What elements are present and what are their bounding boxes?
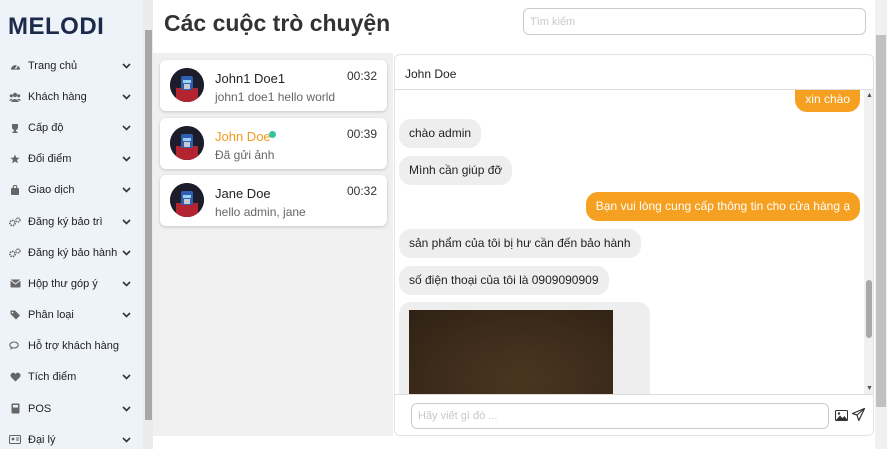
- chevron-down-icon: [121, 250, 131, 256]
- sidebar-item-label: Khách hàng: [28, 90, 87, 103]
- chevron-down-icon: [121, 63, 131, 69]
- message-incoming: sản phẩm của tôi bị hư cần đến bảo hành: [399, 229, 641, 258]
- message-composer: [395, 394, 873, 435]
- gears-icon: [8, 215, 22, 229]
- sidebar-item-label: Cấp độ: [28, 121, 64, 134]
- sidebar-item-ho-tro-khach-hang[interactable]: Hỗ trợ khách hàng: [0, 331, 143, 362]
- conversation-preview: john1 doe1 hello world: [215, 90, 336, 104]
- chevron-down-icon: [121, 187, 131, 193]
- gears-icon: [8, 246, 22, 260]
- tags-icon: [8, 308, 22, 322]
- message-image[interactable]: [399, 302, 650, 394]
- conversation-name: John1 Doe1: [215, 71, 286, 86]
- sidebar-item-trang-chu[interactable]: Trang chủ: [0, 50, 143, 81]
- main-content: Các cuộc trò chuyện John1 Doe1 00:32 joh…: [153, 0, 887, 449]
- star-icon: [8, 152, 22, 166]
- chat-contact-name: John Doe: [405, 67, 457, 81]
- conversation-preview: hello admin, jane: [215, 205, 306, 219]
- message-scrollbar-thumb[interactable]: [866, 280, 872, 338]
- pos-icon: [8, 402, 22, 416]
- message-outgoing: Bạn vui lòng cung cấp thông tin cho cửa …: [585, 192, 860, 221]
- trophy-icon: [8, 121, 22, 135]
- send-icon[interactable]: [851, 407, 866, 422]
- sidebar-item-label: Hỗ trợ khách hàng: [28, 340, 119, 353]
- message-list: xin chào chào admin Mình cần giúp đỡ Bạn…: [395, 90, 864, 394]
- search-input[interactable]: [523, 8, 866, 35]
- message-outgoing: xin chào: [795, 90, 860, 112]
- sidebar-item-phan-loai[interactable]: Phân loại: [0, 300, 143, 331]
- message-incoming: Mình cần giúp đỡ: [399, 156, 513, 185]
- avatar: [170, 68, 204, 102]
- sidebar-item-pos[interactable]: POS: [0, 393, 143, 424]
- heart-icon: [8, 370, 22, 384]
- conversation-time: 00:32: [346, 69, 377, 83]
- conversation-item[interactable]: Jane Doe 00:32 hello admin, jane: [160, 175, 387, 226]
- sidebar-menu: Trang chủ Khách hàng Cấp độ Đổi điểm Gia…: [0, 50, 143, 449]
- sidebar-item-label: Tích điểm: [28, 371, 77, 384]
- scroll-up-icon[interactable]: ▲: [866, 92, 873, 99]
- sidebar-item-doi-diem[interactable]: Đổi điểm: [0, 144, 143, 175]
- sidebar-item-dang-ky-bao-hanh[interactable]: Đăng ký bảo hành: [0, 237, 143, 268]
- sidebar-item-label: POS: [28, 402, 52, 415]
- chevron-down-icon: [121, 374, 131, 381]
- app-logo: MELODI: [8, 13, 105, 40]
- conversation-time: 00:39: [346, 127, 377, 141]
- chevron-down-icon: [121, 312, 131, 318]
- page-scrollbar-thumb[interactable]: [876, 35, 886, 407]
- online-status-dot: [269, 131, 276, 138]
- message-input[interactable]: [411, 403, 829, 429]
- sidebar-item-tich-diem[interactable]: Tích điểm: [0, 362, 143, 393]
- bag-icon: [8, 183, 22, 197]
- chevron-down-icon: [121, 218, 131, 225]
- page-title: Các cuộc trò chuyện: [164, 10, 391, 36]
- conversation-item[interactable]: John1 Doe1 00:32 john1 doe1 hello world: [160, 60, 387, 111]
- sidebar-item-giao-dich[interactable]: Giao dịch: [0, 175, 143, 206]
- conversation-name: Jane Doe: [215, 186, 271, 201]
- chat-window: John Doe xin chào chào admin Mình cần gi…: [394, 54, 874, 436]
- sidebar-item-label: Phân loại: [28, 309, 74, 322]
- message-incoming: chào admin: [399, 119, 482, 148]
- chat-header: John Doe: [395, 55, 873, 90]
- message-scrollbar[interactable]: ▲ ▼: [864, 90, 873, 394]
- sidebar-item-label: Giao dịch: [28, 184, 75, 197]
- sidebar-item-label: Trang chủ: [28, 59, 78, 72]
- chevron-down-icon: [121, 156, 131, 162]
- sidebar-item-cap-do[interactable]: Cấp độ: [0, 112, 143, 143]
- chat-icon: [8, 339, 22, 353]
- chevron-down-icon: [121, 94, 131, 100]
- avatar: [170, 126, 204, 160]
- message-incoming: số điện thoại của tôi là 0909090909: [399, 266, 609, 295]
- dashboard-icon: [8, 59, 22, 73]
- chevron-down-icon: [121, 125, 131, 131]
- image-upload-icon[interactable]: [834, 408, 849, 422]
- sidebar-item-label: Đổi điểm: [28, 153, 72, 166]
- chevron-down-icon: [121, 406, 131, 412]
- sidebar-item-hop-thu-gop-y[interactable]: Hộp thư góp ý: [0, 268, 143, 299]
- conversation-name: John Doe: [215, 129, 271, 144]
- sidebar-item-dang-ky-bao-tri[interactable]: Đăng ký bảo trì: [0, 206, 143, 237]
- conversation-list: John1 Doe1 00:32 john1 doe1 hello world …: [153, 53, 393, 436]
- page-scrollbar[interactable]: [875, 0, 887, 449]
- sidebar-item-khach-hang[interactable]: Khách hàng: [0, 81, 143, 112]
- conversation-time: 00:32: [346, 184, 377, 198]
- mail-icon: [8, 277, 22, 291]
- conversation-item-active[interactable]: John Doe 00:39 Đã gửi ảnh: [160, 118, 387, 169]
- chevron-down-icon: [121, 281, 131, 287]
- sidebar-item-label: Hộp thư góp ý: [28, 277, 98, 290]
- sidebar-scrollbar-thumb[interactable]: [145, 30, 152, 420]
- scroll-down-icon[interactable]: ▼: [866, 385, 873, 392]
- id-card-icon: [8, 433, 22, 447]
- chevron-down-icon: [121, 437, 131, 443]
- sidebar: MELODI Trang chủ Khách hàng Cấp độ Đổi đ…: [0, 0, 143, 449]
- sidebar-item-label: Đăng ký bảo trì: [28, 215, 103, 228]
- conversation-preview: Đã gửi ảnh: [215, 148, 275, 162]
- sidebar-item-label: Đăng ký bảo hành: [28, 246, 118, 259]
- sidebar-item-dai-ly[interactable]: Đại lý: [0, 424, 143, 449]
- avatar: [170, 183, 204, 217]
- sidebar-item-label: Đại lý: [28, 433, 56, 446]
- users-icon: [8, 90, 22, 104]
- attached-photo[interactable]: [409, 310, 613, 394]
